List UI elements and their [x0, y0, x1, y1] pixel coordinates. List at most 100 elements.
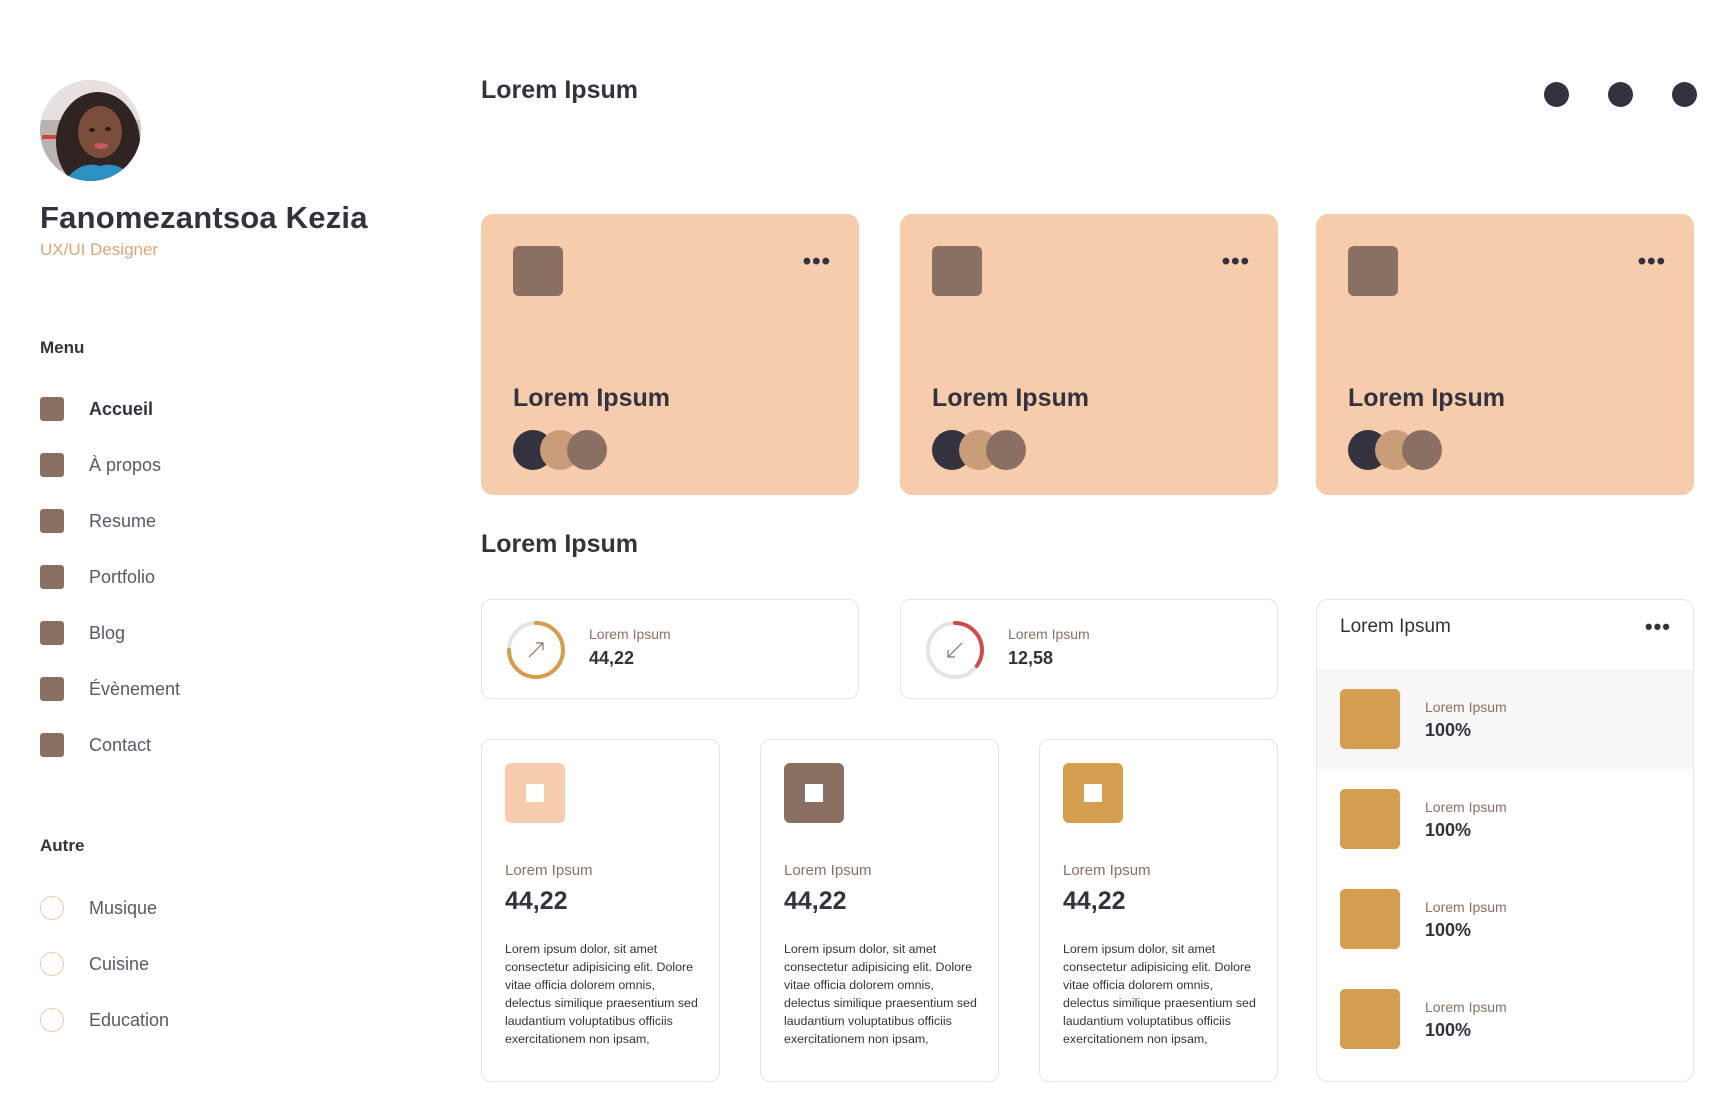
stat-card[interactable]: Lorem Ipsum 44,22 [481, 599, 859, 699]
list-item[interactable]: Lorem Ipsum 100% [1317, 969, 1693, 1069]
profile-role: UX/UI Designer [40, 240, 159, 259]
header-dot-button[interactable] [1608, 82, 1633, 107]
list-item[interactable]: Lorem Ipsum 100% [1317, 769, 1693, 869]
avatar-circle [1402, 430, 1442, 470]
menu-item-label: Accueil [89, 398, 154, 419]
menu-item-label: Portfolio [89, 566, 156, 587]
blog-icon [40, 621, 64, 645]
other-item-label: Musique [89, 897, 158, 918]
about-icon [40, 453, 64, 477]
info-card-description: Lorem ipsum dolor, sit amet consectetur … [505, 942, 698, 1046]
circle-icon [40, 952, 64, 976]
feature-card-title: Lorem Ipsum [1348, 384, 1505, 412]
menu-item-resume[interactable]: Resume [40, 493, 180, 549]
list-item-label: Lorem Ipsum [1425, 899, 1507, 915]
other-item-label: Education [89, 1009, 170, 1030]
other-item-cuisine[interactable]: Cuisine [40, 936, 169, 992]
list-item-icon [1340, 689, 1400, 749]
menu-item-a-propos[interactable]: À propos [40, 437, 180, 493]
more-options-icon[interactable]: ••• [1222, 250, 1250, 274]
info-card-label: Lorem Ipsum [505, 862, 593, 879]
header-dot-button[interactable] [1672, 82, 1697, 107]
avatar-group [513, 430, 613, 470]
avatar[interactable] [40, 80, 141, 181]
menu-item-portfolio[interactable]: Portfolio [40, 549, 180, 605]
stat-card[interactable]: Lorem Ipsum 12,58 [900, 599, 1278, 699]
home-icon [40, 397, 64, 421]
menu-item-label: Blog [89, 622, 126, 643]
other-item-musique[interactable]: Musique [40, 880, 169, 936]
info-card[interactable]: Lorem Ipsum 44,22 Lorem ipsum dolor, sit… [481, 739, 720, 1082]
info-card-icon [505, 763, 565, 823]
menu-item-evenement[interactable]: Évènement [40, 661, 180, 717]
feature-card-icon [932, 246, 982, 296]
feature-card-title: Lorem Ipsum [932, 384, 1089, 412]
menu-item-label: Évènement [89, 678, 181, 699]
stat-label: Lorem Ipsum [1008, 626, 1090, 642]
stat-value: 12,58 [1008, 648, 1054, 668]
info-card[interactable]: Lorem Ipsum 44,22 Lorem ipsum dolor, sit… [760, 739, 999, 1082]
menu-item-accueil[interactable]: Accueil [40, 381, 180, 437]
more-options-icon[interactable]: ••• [803, 250, 831, 274]
menu-item-blog[interactable]: Blog [40, 605, 180, 661]
feature-card-icon [513, 246, 563, 296]
square-icon [1084, 784, 1102, 802]
list-panel: Lorem Ipsum ••• Lorem Ipsum 100% Lorem I… [1316, 599, 1694, 1082]
list-item-label: Lorem Ipsum [1425, 799, 1507, 815]
resume-icon [40, 509, 64, 533]
info-card-value: 44,22 [784, 887, 847, 915]
list-item-icon [1340, 789, 1400, 849]
list-item-value: 100% [1425, 1020, 1472, 1040]
circle-icon [40, 1008, 64, 1032]
list-item[interactable]: Lorem Ipsum 100% [1317, 669, 1693, 769]
feature-card[interactable]: ••• Lorem Ipsum [481, 214, 859, 495]
info-card-label: Lorem Ipsum [784, 862, 872, 879]
page-title: Lorem Ipsum [481, 76, 638, 104]
event-icon [40, 677, 64, 701]
info-card-icon [784, 763, 844, 823]
other-item-education[interactable]: Education [40, 992, 169, 1048]
feature-card-icon [1348, 246, 1398, 296]
avatar-group [1348, 430, 1448, 470]
info-card-description: Lorem ipsum dolor, sit amet consectetur … [1063, 942, 1256, 1046]
progress-ring [926, 621, 984, 679]
list-item-icon [1340, 889, 1400, 949]
list-item-label: Lorem Ipsum [1425, 699, 1507, 715]
list-item[interactable]: Lorem Ipsum 100% [1317, 869, 1693, 969]
progress-ring [507, 621, 565, 679]
avatar-group [932, 430, 1032, 470]
square-icon [805, 784, 823, 802]
menu-item-label: À propos [89, 454, 162, 475]
more-options-icon[interactable]: ••• [1638, 250, 1666, 274]
header-dot-button[interactable] [1544, 82, 1569, 107]
square-icon [526, 784, 544, 802]
stat-label: Lorem Ipsum [589, 626, 671, 642]
portfolio-icon [40, 565, 64, 589]
other-title: Autre [40, 836, 85, 855]
avatar-circle [986, 430, 1026, 470]
arrow-up-right-icon [528, 642, 544, 658]
info-card-icon [1063, 763, 1123, 823]
avatar-circle [567, 430, 607, 470]
info-card[interactable]: Lorem Ipsum 44,22 Lorem ipsum dolor, sit… [1039, 739, 1278, 1082]
list-item-value: 100% [1425, 920, 1472, 940]
other-list: Musique Cuisine Education [40, 880, 169, 1048]
list-item-value: 100% [1425, 820, 1472, 840]
section-title: Lorem Ipsum [481, 530, 638, 558]
menu-item-label: Resume [89, 510, 157, 531]
list-panel-title: Lorem Ipsum [1340, 616, 1451, 637]
more-options-icon[interactable]: ••• [1645, 616, 1671, 638]
feature-card[interactable]: ••• Lorem Ipsum [1316, 214, 1694, 495]
contact-icon [40, 733, 64, 757]
info-card-value: 44,22 [1063, 887, 1126, 915]
info-card-value: 44,22 [505, 887, 568, 915]
feature-card[interactable]: ••• Lorem Ipsum [900, 214, 1278, 495]
list-item-icon [1340, 989, 1400, 1049]
list-item-value: 100% [1425, 720, 1472, 740]
list-item-label: Lorem Ipsum [1425, 999, 1507, 1015]
stat-value: 44,22 [589, 648, 635, 668]
feature-card-title: Lorem Ipsum [513, 384, 670, 412]
info-card-label: Lorem Ipsum [1063, 862, 1151, 879]
menu-item-contact[interactable]: Contact [40, 717, 180, 773]
menu-item-label: Contact [89, 734, 152, 755]
